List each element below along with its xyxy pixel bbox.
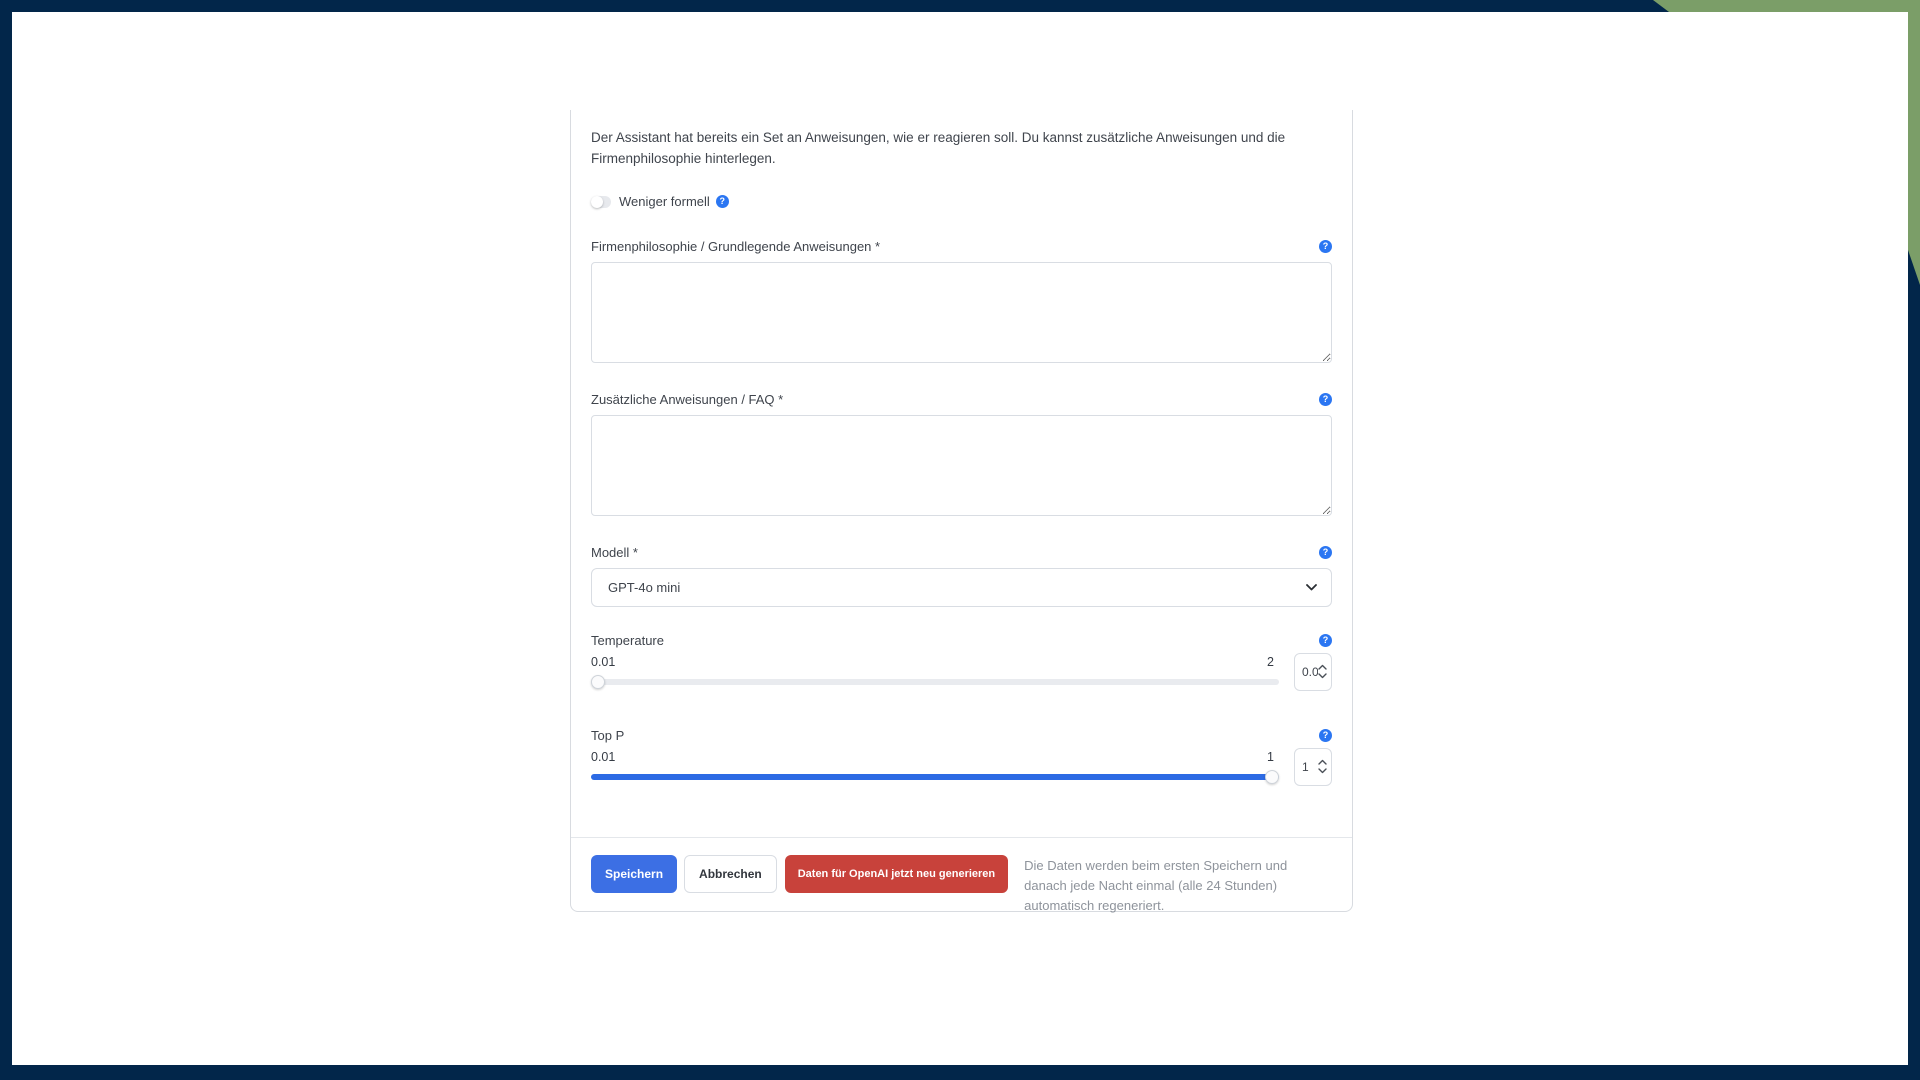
model-label: Modell * xyxy=(591,545,638,560)
temperature-label: Temperature xyxy=(591,633,664,648)
card-footer: Speichern Abbrechen Daten für OpenAI jet… xyxy=(571,837,1352,911)
temperature-max-label: 2 xyxy=(1267,655,1274,669)
spinner-up-icon[interactable] xyxy=(1318,759,1327,765)
help-icon[interactable]: ? xyxy=(1319,240,1332,253)
cancel-button[interactable]: Abbrechen xyxy=(684,855,777,893)
top-p-label: Top P xyxy=(591,728,624,743)
philosophy-group: Firmenphilosophie / Grundlegende Anweisu… xyxy=(591,239,1332,363)
philosophy-textarea[interactable] xyxy=(591,262,1332,363)
top-p-number-input xyxy=(1294,748,1332,786)
temperature-value-field[interactable] xyxy=(1302,665,1318,679)
chevron-down-icon xyxy=(1306,584,1317,591)
top-p-max-label: 1 xyxy=(1267,750,1274,764)
temperature-slider[interactable] xyxy=(591,675,1279,689)
less-formal-label: Weniger formell xyxy=(619,194,710,209)
top-p-slider[interactable] xyxy=(591,770,1279,784)
card-body: Der Assistant hat bereits ein Set an Anw… xyxy=(571,110,1352,786)
save-button[interactable]: Speichern xyxy=(591,855,677,893)
green-accent-top xyxy=(1650,0,1920,12)
temperature-number-input xyxy=(1294,653,1332,691)
faq-group: Zusätzliche Anweisungen / FAQ * ? xyxy=(591,392,1332,516)
help-icon[interactable]: ? xyxy=(1319,546,1332,559)
intro-text: Der Assistant hat bereits ein Set an Anw… xyxy=(591,128,1296,170)
frame-border-bottom xyxy=(0,1065,1920,1080)
top-p-slider-track[interactable] xyxy=(591,774,1279,780)
frame-border-left xyxy=(0,0,12,1080)
less-formal-toggle[interactable] xyxy=(591,196,611,208)
philosophy-label: Firmenphilosophie / Grundlegende Anweisu… xyxy=(591,239,880,254)
top-p-group: Top P ? 0.01 1 xyxy=(591,728,1332,786)
top-p-value-field[interactable] xyxy=(1302,760,1318,774)
help-icon[interactable]: ? xyxy=(1319,634,1332,647)
frame-border-top xyxy=(0,0,1920,12)
regenerate-openai-data-button[interactable]: Daten für OpenAI jetzt neu generieren xyxy=(785,855,1008,893)
faq-textarea[interactable] xyxy=(591,415,1332,516)
model-selected-value: GPT-4o mini xyxy=(608,580,680,595)
help-icon[interactable]: ? xyxy=(716,195,729,208)
faq-label: Zusätzliche Anweisungen / FAQ * xyxy=(591,392,783,407)
model-select[interactable]: GPT-4o mini xyxy=(591,568,1332,607)
temperature-slider-thumb[interactable] xyxy=(591,675,605,689)
green-accent-right xyxy=(1908,0,1920,290)
top-p-slider-thumb[interactable] xyxy=(1265,770,1279,784)
assistant-settings-card: Der Assistant hat bereits ein Set an Anw… xyxy=(570,110,1353,912)
less-formal-row: Weniger formell ? xyxy=(591,195,1332,209)
help-icon[interactable]: ? xyxy=(1319,393,1332,406)
spinner-up-icon[interactable] xyxy=(1318,664,1327,670)
toggle-knob xyxy=(591,196,603,208)
temperature-min-label: 0.01 xyxy=(591,655,615,669)
temperature-slider-track[interactable] xyxy=(591,679,1279,685)
model-group: Modell * ? GPT-4o mini xyxy=(591,545,1332,607)
top-p-min-label: 0.01 xyxy=(591,750,615,764)
spinner-down-icon[interactable] xyxy=(1318,673,1327,679)
temperature-group: Temperature ? 0.01 2 xyxy=(591,633,1332,691)
regeneration-note: Die Daten werden beim ersten Speichern u… xyxy=(1024,855,1332,916)
help-icon[interactable]: ? xyxy=(1319,729,1332,742)
spinner-down-icon[interactable] xyxy=(1318,768,1327,774)
